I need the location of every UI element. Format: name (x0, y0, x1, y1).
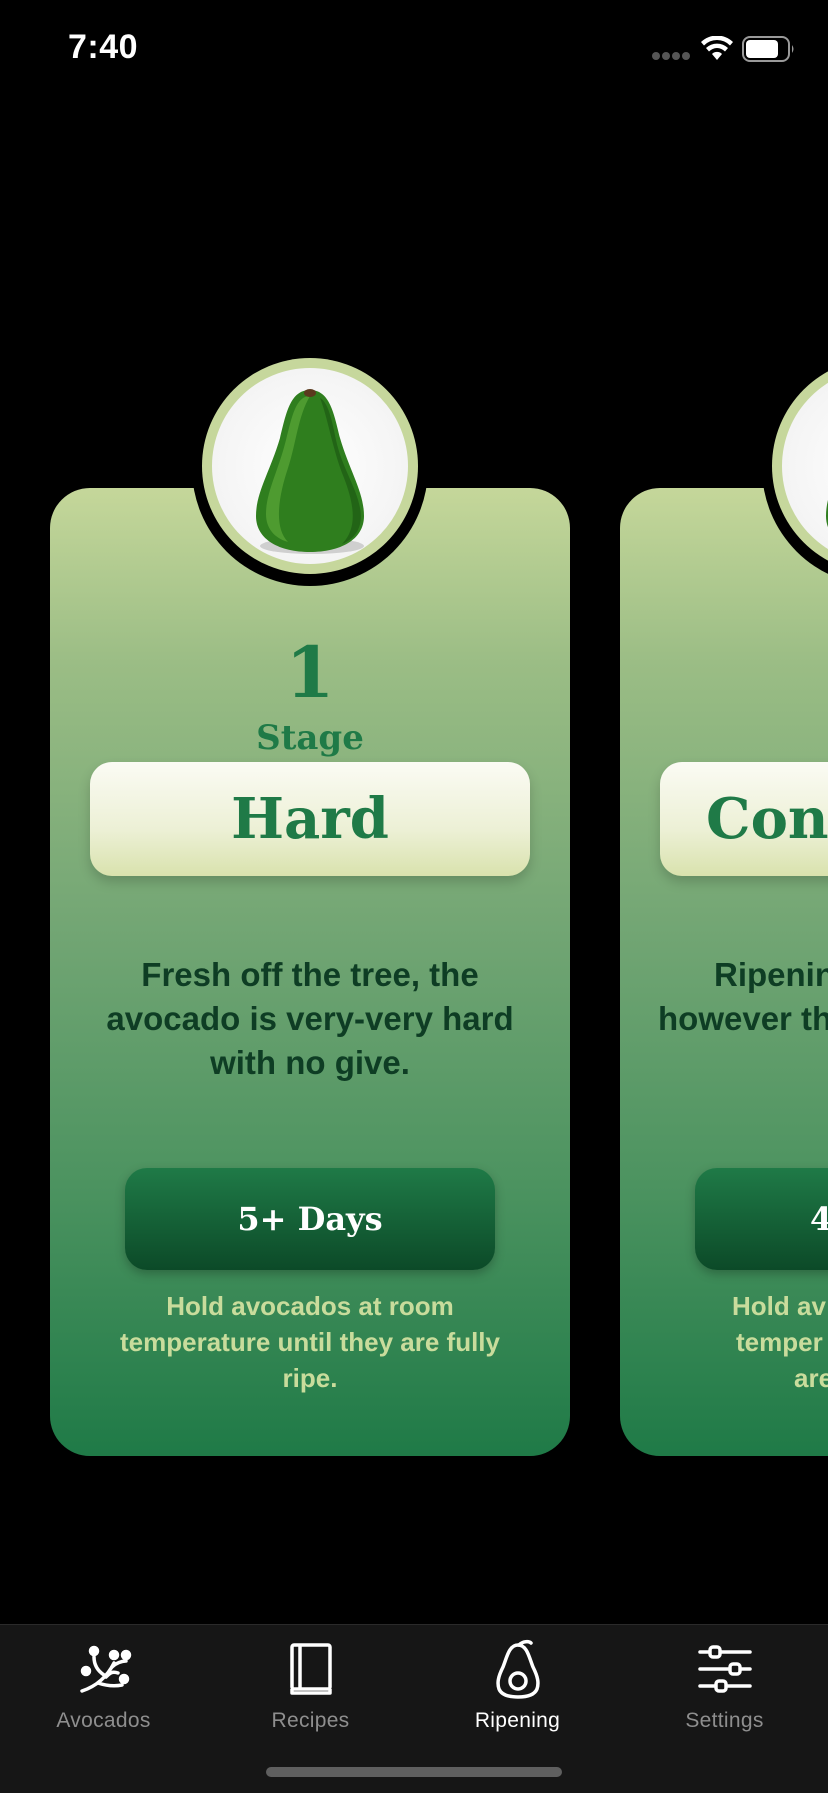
avocado-image (826, 500, 828, 527)
stage-description: Ripenin however th ve (658, 953, 828, 1085)
battery-icon (742, 36, 794, 62)
stage-name-pill: Hard (90, 762, 530, 876)
days-button[interactable]: 5+ Days (125, 1168, 495, 1270)
tab-label: Ripening (474, 1709, 561, 1732)
days-button[interactable]: 4 (695, 1168, 828, 1270)
stage-label: Stage (256, 718, 364, 758)
stage-name: Conc (706, 786, 828, 852)
tab-label: Settings (685, 1709, 764, 1732)
stage-avatar (192, 350, 428, 586)
branch-icon (79, 1645, 131, 1693)
stage-card-next[interactable]: Conc Ripenin however th ve 4 Hold av tem… (620, 488, 828, 1456)
stage-hint: Hold av temper are (732, 1288, 828, 1396)
cellular-signal-icon (652, 52, 692, 62)
stage-carousel[interactable]: 1 Stage Hard Fresh off the tree, the avo… (0, 350, 828, 1470)
days-label: 5+ Days (237, 1200, 383, 1238)
description-line: Ripenin (714, 956, 828, 993)
hint-line: Hold av (732, 1291, 826, 1321)
stage-hint: Hold avocados at room temperature until … (120, 1291, 500, 1393)
tab-avocados[interactable]: Avocados (0, 1637, 207, 1733)
tab-bar: Avocados Recipes Ripening Settings (0, 1624, 828, 1793)
avocado-icon (495, 1639, 540, 1699)
stage-description: Fresh off the tree, the avocado is very-… (106, 956, 514, 1081)
stage-card-hard[interactable]: 1 Stage Hard Fresh off the tree, the avo… (50, 488, 570, 1456)
home-indicator[interactable] (266, 1767, 562, 1777)
description-line: ve (658, 1041, 828, 1085)
hint-line: are (794, 1363, 828, 1393)
tab-ripening[interactable]: Ripening (414, 1637, 621, 1733)
sliders-icon (697, 1645, 752, 1693)
stage-number: 1 (285, 631, 335, 714)
stage-name: Hard (231, 786, 389, 852)
tab-label: Avocados (56, 1709, 151, 1732)
wifi-icon (701, 36, 733, 60)
days-label: 4 (810, 1200, 828, 1238)
tab-recipes[interactable]: Recipes (207, 1637, 414, 1733)
description-line: however th (658, 1000, 828, 1037)
hint-line: temper (736, 1327, 823, 1357)
stage-name-pill: Conc (660, 762, 828, 876)
tab-label: Recipes (271, 1709, 350, 1732)
avocado-image (256, 389, 364, 554)
status-bar: 7:40 (0, 0, 828, 100)
tab-settings[interactable]: Settings (621, 1637, 828, 1733)
status-time: 7:40 (68, 28, 139, 66)
book-icon (289, 1643, 332, 1695)
